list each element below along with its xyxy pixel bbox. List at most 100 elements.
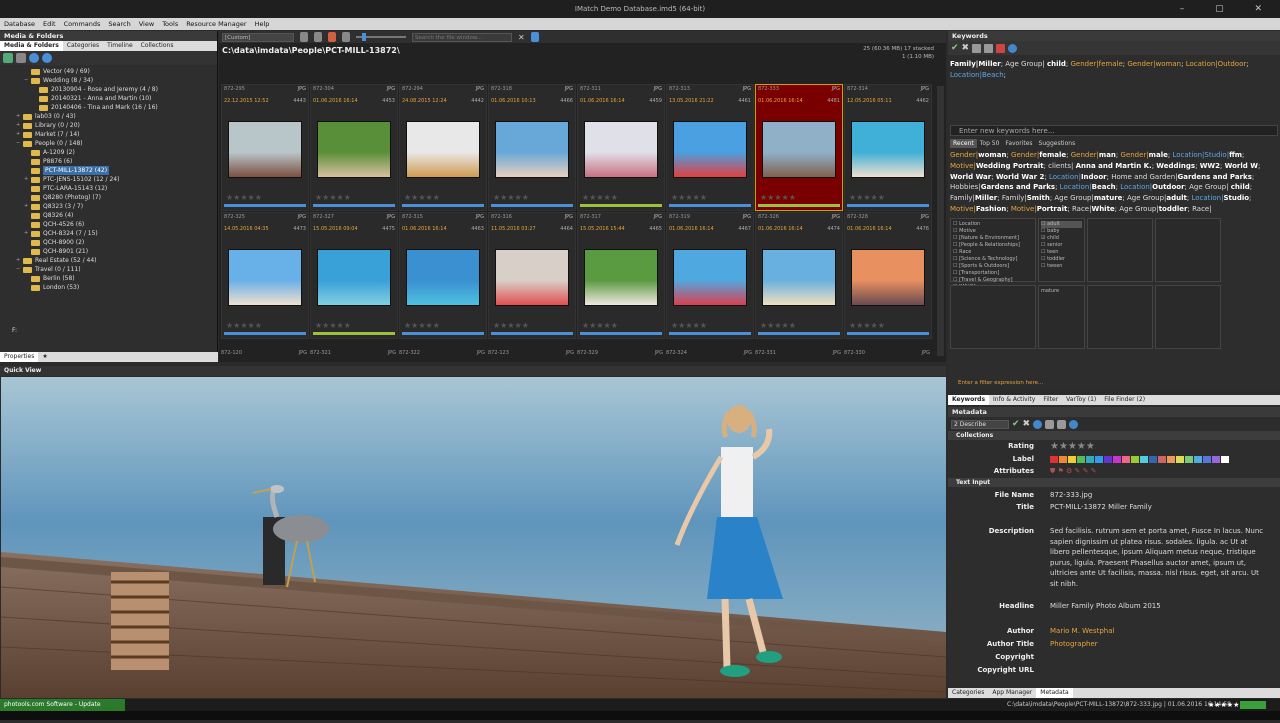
thumbnail-cell[interactable]: 872-333 JPG 01.06.2016 16:14 4481 ★★★★★ [755, 84, 843, 211]
thumbnail-image[interactable] [851, 249, 925, 306]
facet-item[interactable]: ☐ [Travel & Geography] [953, 277, 1033, 284]
kw-tab-suggestions[interactable]: Suggestions [1036, 139, 1079, 148]
menu-resource-manager[interactable]: Resource Manager [182, 18, 250, 30]
copy-meta-icon[interactable] [1045, 419, 1055, 429]
title-field[interactable]: PCT-MILL-13872 Miller Family [1048, 502, 1280, 526]
thumbnail-image[interactable] [762, 249, 836, 306]
right-tab-keywords[interactable]: Keywords [948, 395, 990, 405]
layout-icon[interactable] [300, 32, 308, 42]
options-icon[interactable] [1008, 43, 1018, 53]
expand-icon[interactable]: + [24, 202, 31, 211]
facet-item[interactable]: ☐ [Sports & Outdoors] [953, 263, 1033, 270]
facet-list-1[interactable]: ☐ Location ☐ Motive ☐ [Nature & Environmen… [950, 218, 1036, 297]
thumb-rating[interactable]: ★★★★★ [849, 193, 885, 202]
thumb-rating[interactable]: ★★★★★ [404, 193, 440, 202]
attributes-icons[interactable]: ⛊ ⚑ ⚙ ✎ ✎ ✎ [1048, 465, 1280, 477]
tab-timeline[interactable]: Timeline [103, 41, 137, 51]
tree-node[interactable]: PTC-LARA-15143 (12) [0, 184, 217, 193]
back-icon[interactable] [29, 53, 39, 63]
facet-item[interactable]: ☐ [Nature & Environment] [953, 235, 1033, 242]
expand-icon[interactable]: − [16, 139, 23, 148]
thumbnail-image[interactable] [495, 249, 569, 306]
thumbnail-cell[interactable]: 872-325 JPG 14.05.2016 04:35 4473 ★★★★★ [221, 212, 309, 339]
thumb-rating[interactable]: ★★★★★ [671, 193, 707, 202]
thumb-rating[interactable]: ★★★★★ [226, 193, 262, 202]
metadata-template-combo[interactable]: 2 Describe [951, 419, 1009, 429]
thumb-rating[interactable]: ★★★★★ [760, 321, 796, 330]
facet-item[interactable]: ☐ tween [1041, 263, 1082, 270]
copyright-field[interactable] [1048, 651, 1280, 664]
meta-tab-categories[interactable]: Categories [948, 688, 988, 698]
facet-item[interactable]: ☐ Motive [953, 228, 1033, 235]
color-swatch[interactable] [1086, 455, 1094, 463]
menu-commands[interactable]: Commands [60, 18, 105, 30]
tab-media-folders[interactable]: Media & Folders [0, 41, 63, 51]
thumb-rating[interactable]: ★★★★★ [315, 193, 351, 202]
expand-icon[interactable]: + [24, 229, 31, 238]
menu-search[interactable]: Search [104, 18, 134, 30]
thumbnail-cell[interactable]: 872-317 JPG 15.05.2016 15:44 4465 ★★★★★ [577, 212, 665, 339]
tree-node[interactable]: + QCH-8324 (7 / 15) [0, 229, 217, 238]
author-title-field[interactable]: Photographer [1048, 638, 1280, 651]
thumb-rating[interactable]: ★★★★★ [315, 321, 351, 330]
thumbnail-cell[interactable]: 872-328 JPG 01.06.2016 16:14 4476 ★★★★★ [844, 212, 932, 339]
author-field[interactable]: Mario M. Westphal [1048, 625, 1280, 638]
tree-node[interactable]: A-1209 (2) [0, 148, 217, 157]
right-tab-vartoy-[interactable]: VarToy (1) [1062, 395, 1100, 405]
facet-mature[interactable]: mature [1041, 288, 1059, 294]
thumbnail-cell[interactable]: 872-327 JPG 15.05.2016 09:04 4475 ★★★★★ [310, 212, 398, 339]
meta-tab-app-manager[interactable]: App Manager [988, 688, 1036, 698]
thumbnail-image[interactable] [851, 121, 925, 178]
headline-field[interactable]: Miller Family Photo Album 2015 [1048, 601, 1280, 625]
color-swatch[interactable] [1095, 455, 1103, 463]
tree-node[interactable]: − Travel (0 / 111) [0, 265, 217, 274]
color-swatch[interactable] [1068, 455, 1076, 463]
tree-node[interactable]: + Library (0 / 20) [0, 121, 217, 130]
right-tab-file-finder-[interactable]: File Finder (2) [1100, 395, 1149, 405]
thumbnail-cell[interactable]: 872-311 JPG 01.06.2016 16:14 4459 ★★★★★ [577, 84, 665, 211]
color-swatch[interactable] [1140, 455, 1148, 463]
facet-item[interactable]: ☐ [People & Relationships] [953, 242, 1033, 249]
facet-item[interactable]: ☐ [Science & Technology] [953, 256, 1033, 263]
tree-node[interactable]: + Q8323 (3 / 7) [0, 202, 217, 211]
right-tab-filter[interactable]: Filter [1039, 395, 1062, 405]
delete-icon[interactable] [996, 43, 1006, 53]
expand-icon[interactable]: + [24, 175, 31, 184]
copyright-url-field[interactable] [1048, 664, 1280, 677]
thumb-rating[interactable]: ★★★★★ [671, 321, 707, 330]
drive-node[interactable]: F: [0, 326, 17, 335]
tree-node[interactable]: + Real Estate (52 / 44) [0, 256, 217, 265]
color-swatch[interactable] [1104, 455, 1112, 463]
thumbnail-image[interactable] [317, 249, 391, 306]
facet-item[interactable]: ☐ adult [1041, 221, 1082, 228]
expand-icon[interactable]: + [16, 130, 23, 139]
thumb-rating[interactable]: ★★★★★ [404, 321, 440, 330]
menu-database[interactable]: Database [0, 18, 39, 30]
tree-node[interactable]: + PTC-JENS-15102 (12 / 24) [0, 175, 217, 184]
thumb-rating[interactable]: ★★★★★ [493, 193, 529, 202]
refresh-icon[interactable] [3, 53, 13, 63]
quick-view-image[interactable] [1, 377, 946, 698]
facet-list-8[interactable] [1155, 284, 1221, 349]
menu-edit[interactable]: Edit [39, 18, 60, 30]
tree-node[interactable]: + lab03 (0 / 43) [0, 112, 217, 121]
color-swatch[interactable] [1167, 455, 1175, 463]
filter-icon[interactable] [342, 32, 350, 42]
view-combo[interactable]: [Custom] [222, 32, 294, 42]
cancel-icon[interactable]: ✖ [962, 43, 970, 53]
tab-favorites[interactable]: ★ [38, 352, 51, 362]
color-swatch[interactable] [1158, 455, 1166, 463]
thumb-rating[interactable]: ★★★★★ [493, 321, 529, 330]
thumbnail-image[interactable] [406, 121, 480, 178]
assigned-keywords[interactable]: Family|Miller; Age Group| child; Gender|… [948, 55, 1280, 125]
facet-list-7[interactable] [1087, 284, 1153, 349]
color-swatch[interactable] [1050, 455, 1058, 463]
menu-help[interactable]: Help [251, 18, 274, 30]
thumbnail-image[interactable] [584, 121, 658, 178]
paste-meta-icon[interactable] [1057, 419, 1067, 429]
facet-list-6[interactable]: mature [1038, 284, 1085, 349]
color-swatch[interactable] [1194, 455, 1202, 463]
thumb-rating[interactable]: ★★★★★ [760, 193, 796, 202]
tree-node[interactable]: 20140406 - Tina and Mark (16 / 16) [0, 103, 217, 112]
tree-node[interactable]: QCH-8900 (2) [0, 238, 217, 247]
